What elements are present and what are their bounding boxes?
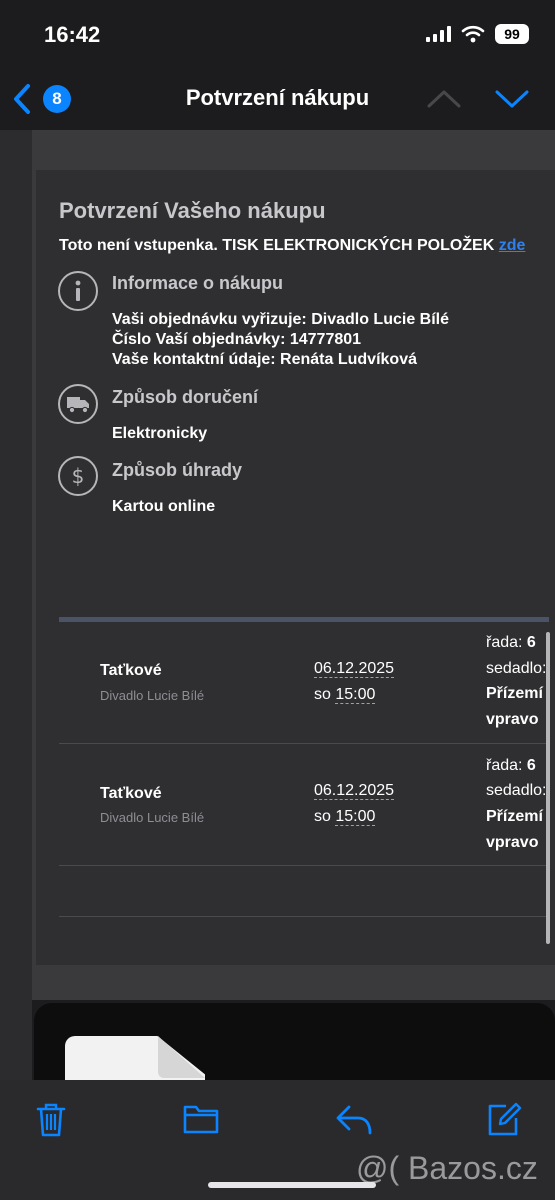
ticket-2-side: vpravo xyxy=(486,834,539,851)
ticket-2-date[interactable]: 06.12.2025 xyxy=(314,782,395,800)
status-icons: 99 xyxy=(426,24,529,44)
status-time: 16:42 xyxy=(44,22,101,47)
payment-value: Kartou online xyxy=(112,498,216,515)
ticket-1-seat: sedadlo: xyxy=(486,660,547,677)
delivery-value: Elektronicky xyxy=(112,425,208,442)
ticket-divider xyxy=(59,916,549,917)
dollar-icon: $ xyxy=(58,456,98,496)
ticket-2-seat: sedadlo: xyxy=(486,782,547,799)
up-arrow-icon[interactable] xyxy=(426,86,462,112)
home-indicator xyxy=(208,1182,376,1188)
ticket-1-venue: Divadlo Lucie Bílé xyxy=(100,688,205,703)
purchase-info-title: Informace o nákupu xyxy=(112,273,284,293)
email-heading: Potvrzení Vašeho nákupu xyxy=(59,198,326,223)
purchase-info-order-number: Číslo Vaší objednávky: 14777801 xyxy=(112,331,362,348)
nav-bar: 8 Potvrzení nákupu xyxy=(0,70,555,130)
reply-icon[interactable] xyxy=(334,1102,374,1136)
ticket-divider xyxy=(59,743,549,744)
left-gutter xyxy=(0,130,32,1080)
ticket-1-location: Přízemí xyxy=(486,685,543,702)
ticket-divider xyxy=(59,865,549,866)
status-bar: 16:42 99 xyxy=(0,0,555,70)
down-arrow-icon[interactable] xyxy=(494,86,530,112)
trash-icon[interactable] xyxy=(34,1102,68,1138)
tickets-divider xyxy=(59,617,549,622)
payment-title: Způsob úhrady xyxy=(112,460,242,480)
ticket-2-name: Taťkové xyxy=(100,785,162,802)
print-link[interactable]: zde xyxy=(499,237,526,254)
delivery-title: Způsob doručení xyxy=(112,387,258,407)
folder-icon[interactable] xyxy=(182,1102,220,1136)
watermark: @( Bazos.cz xyxy=(356,1150,538,1186)
scrollbar[interactable] xyxy=(546,632,550,944)
email-notice: Toto není vstupenka. TISK ELEKTRONICKÝCH… xyxy=(59,237,525,255)
ticket-2-location: Přízemí xyxy=(486,808,543,825)
purchase-info-handler: Vaši objednávku vyřizuje: Divadlo Lucie … xyxy=(112,311,449,328)
ticket-1-date[interactable]: 06.12.2025 xyxy=(314,660,395,678)
svg-text:$: $ xyxy=(72,464,85,488)
truck-icon xyxy=(58,384,98,424)
signal-icon xyxy=(426,26,451,42)
ticket-2-venue: Divadlo Lucie Bílé xyxy=(100,810,205,825)
purchase-info-contact: Vaše kontaktní údaje: Renáta Ludvíková xyxy=(112,351,417,368)
battery-icon: 99 xyxy=(495,24,529,44)
ticket-1-name: Taťkové xyxy=(100,662,162,679)
ticket-2-time[interactable]: so 15:00 xyxy=(314,808,376,826)
compose-icon[interactable] xyxy=(486,1102,522,1138)
notice-text: Toto není vstupenka. TISK ELEKTRONICKÝCH… xyxy=(59,237,495,254)
ticket-1-row: řada: 6 xyxy=(486,634,536,651)
wifi-icon xyxy=(461,25,485,43)
ticket-2-row: řada: 6 xyxy=(486,757,536,774)
ticket-1-time[interactable]: so 15:00 xyxy=(314,686,376,704)
page-title: Potvrzení nákupu xyxy=(185,85,370,110)
ticket-1-side: vpravo xyxy=(486,711,539,728)
info-icon xyxy=(58,271,98,311)
